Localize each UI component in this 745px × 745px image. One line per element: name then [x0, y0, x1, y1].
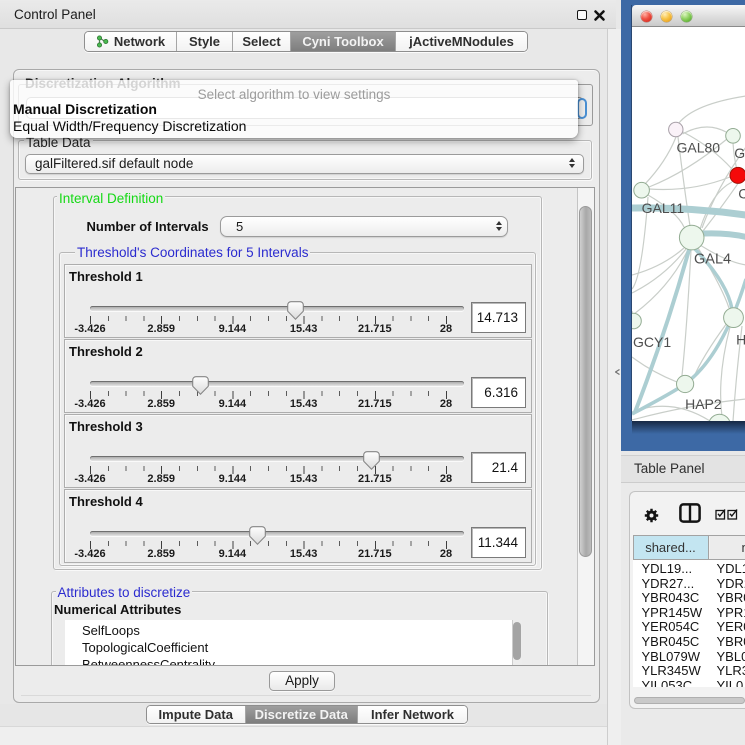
- svg-text:GAL11: GAL11: [641, 200, 684, 216]
- svg-text:GA: GA: [734, 145, 745, 161]
- svg-text:GAL80: GAL80: [676, 140, 720, 156]
- svg-text:HAP2: HAP2: [685, 396, 722, 412]
- svg-text:GAL4: GAL4: [694, 252, 731, 268]
- svg-text:CY: CY: [738, 185, 745, 201]
- svg-text:GCY1: GCY1: [633, 334, 671, 350]
- svg-text:HIS: HIS: [736, 331, 745, 347]
